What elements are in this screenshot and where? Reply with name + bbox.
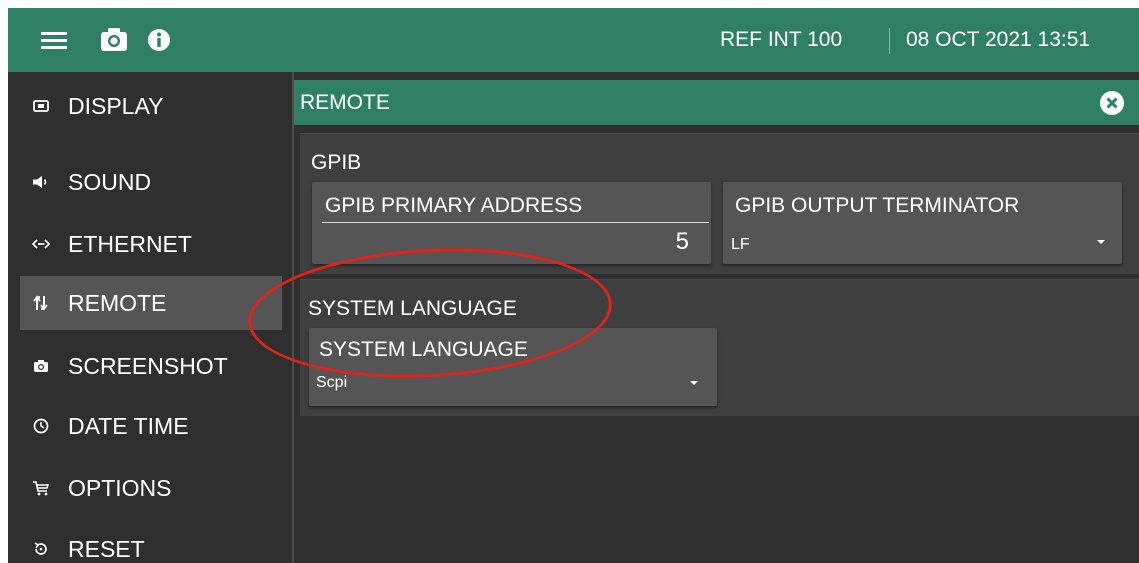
sidebar-item-label: SOUND	[68, 168, 152, 195]
sidebar-item-label: SCREENSHOT	[68, 352, 228, 379]
status-divider	[889, 28, 890, 54]
sidebar-item-screenshot[interactable]: SCREENSHOT	[20, 339, 282, 393]
field-label: GPIB PRIMARY ADDRESS	[325, 194, 583, 217]
sidebar: DISPLAY SOUND ETHERNET REMOTE SCREENSHOT	[8, 72, 292, 563]
gpib-section-title: GPIB	[311, 151, 362, 174]
app-window: REF INT 100 08 OCT 2021 13:51 DISPLAY SO…	[8, 8, 1139, 563]
camera-icon[interactable]	[96, 8, 132, 72]
sidebar-item-sound[interactable]: SOUND	[20, 155, 282, 209]
sidebar-item-remote[interactable]: REMOTE	[20, 276, 282, 330]
panel-header: REMOTE	[294, 80, 1139, 125]
sidebar-item-label: DISPLAY	[68, 92, 164, 119]
menu-icon[interactable]	[36, 8, 72, 72]
gpib-output-terminator-select[interactable]: GPIB OUTPUT TERMINATOR LF	[723, 182, 1122, 264]
field-underline	[322, 222, 709, 223]
sidebar-item-ethernet[interactable]: ETHERNET	[20, 217, 282, 271]
info-icon[interactable]	[144, 8, 174, 72]
sidebar-item-reset[interactable]: RESET	[20, 522, 282, 563]
date-time: 08 OCT 2021 13:51	[906, 28, 1091, 51]
close-circle-icon[interactable]	[1099, 90, 1125, 116]
chevron-down-icon	[1097, 240, 1105, 244]
camera-icon	[30, 355, 52, 377]
sidebar-item-label: ETHERNET	[68, 230, 192, 257]
sidebar-item-label: REMOTE	[68, 289, 167, 316]
top-bar: REF INT 100 08 OCT 2021 13:51	[8, 8, 1139, 72]
chevron-down-icon	[690, 381, 698, 385]
gpib-card: GPIB GPIB PRIMARY ADDRESS 5 GPIB OUTPUT …	[300, 133, 1139, 274]
display-icon	[30, 95, 52, 117]
remote-icon	[30, 292, 52, 314]
ethernet-icon	[30, 233, 52, 255]
gpib-primary-address-field[interactable]: GPIB PRIMARY ADDRESS 5	[312, 182, 711, 264]
field-label: GPIB OUTPUT TERMINATOR	[735, 194, 1020, 217]
system-language-card: SYSTEM LANGUAGE SYSTEM LANGUAGE Scpi	[300, 279, 1139, 416]
sidebar-item-label: DATE TIME	[68, 412, 189, 439]
sidebar-item-label: OPTIONS	[68, 474, 172, 501]
gpib-primary-address-value[interactable]: 5	[676, 228, 689, 256]
system-language-select[interactable]: SYSTEM LANGUAGE Scpi	[309, 328, 717, 406]
speaker-icon	[30, 171, 52, 193]
main-panel: REMOTE GPIB GPIB PRIMARY ADDRESS 5 GPIB …	[294, 72, 1139, 563]
field-label: SYSTEM LANGUAGE	[319, 338, 528, 361]
reference-status: REF INT 100	[720, 28, 843, 51]
system-language-section-title: SYSTEM LANGUAGE	[308, 297, 517, 320]
sidebar-item-options[interactable]: OPTIONS	[20, 461, 282, 515]
gpib-output-terminator-value: LF	[731, 236, 750, 253]
sidebar-item-display[interactable]: DISPLAY	[20, 79, 282, 133]
sidebar-item-label: RESET	[68, 535, 145, 562]
system-language-value: Scpi	[316, 374, 348, 391]
reset-icon	[30, 538, 52, 560]
panel-title: REMOTE	[300, 91, 390, 114]
cart-icon	[30, 477, 52, 499]
sidebar-item-date-time[interactable]: DATE TIME	[20, 399, 282, 453]
clock-icon	[30, 415, 52, 437]
